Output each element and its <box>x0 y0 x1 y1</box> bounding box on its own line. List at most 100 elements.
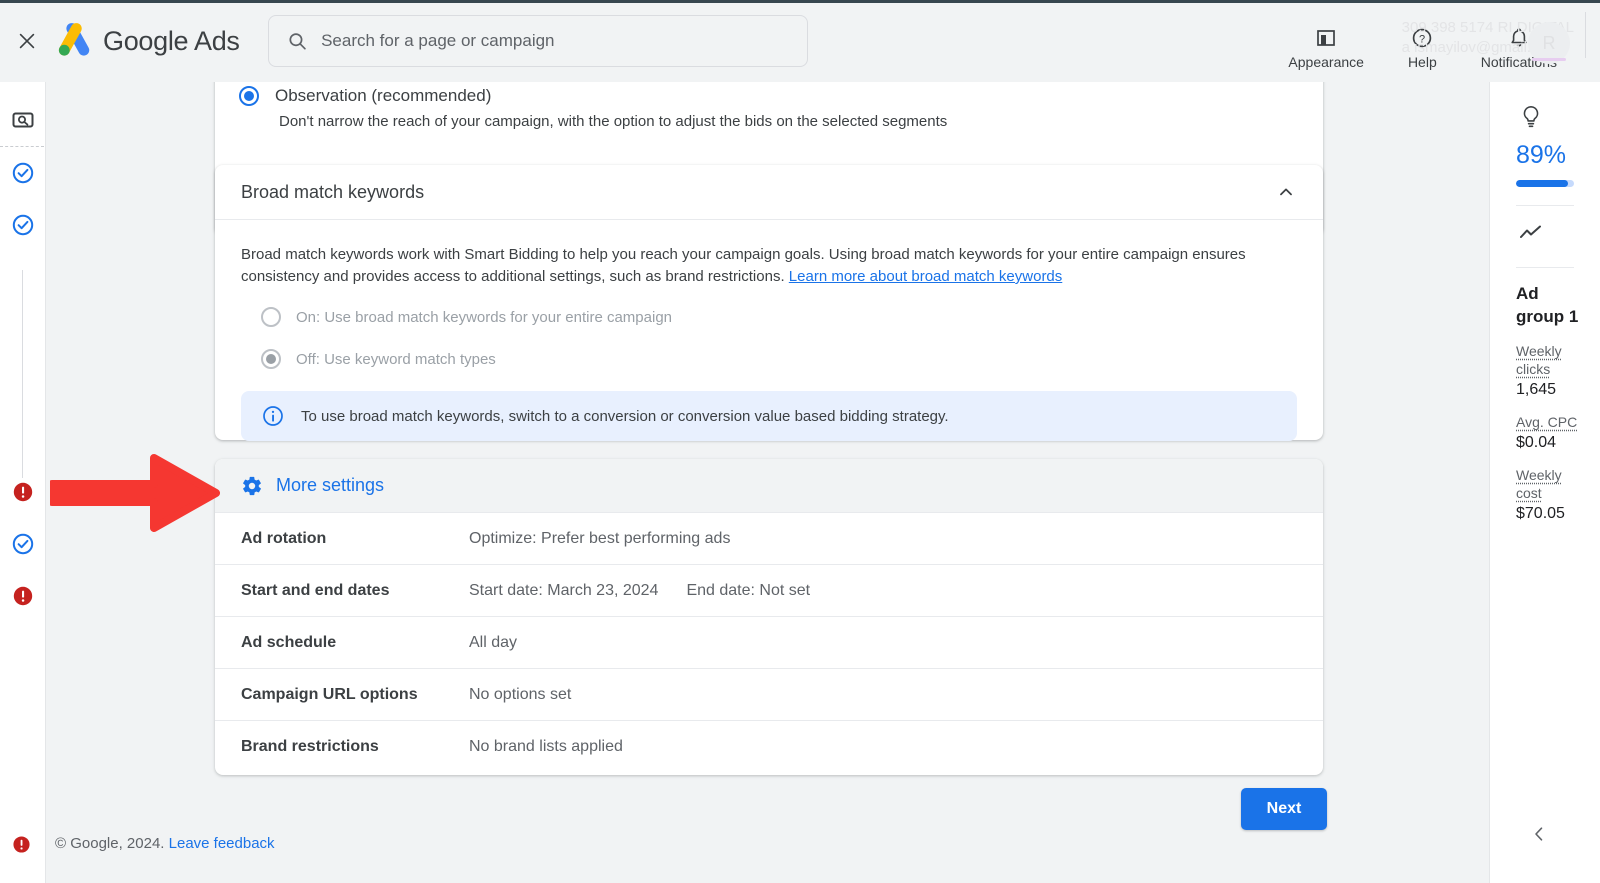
help-label: Help <box>1407 54 1437 70</box>
setting-label: Campaign URL options <box>241 685 418 703</box>
campaign-steps-rail <box>0 82 46 883</box>
check-circle-icon <box>12 214 34 236</box>
brand-google-text: Google <box>103 25 189 56</box>
sidebar-step-error-1[interactable] <box>11 480 35 504</box>
next-button[interactable]: Next <box>1241 788 1327 830</box>
appearance-icon <box>1317 30 1336 46</box>
performance-forecast-section[interactable] <box>1518 222 1586 249</box>
setting-value-group: All day <box>469 634 517 652</box>
broad-match-keywords-card: Broad match keywords Broad match keyword… <box>215 165 1323 441</box>
learn-more-link[interactable]: Learn more about broad match keywords <box>789 268 1062 285</box>
setting-value-group: Start date: March 23, 2024 End date: Not… <box>469 582 810 600</box>
topbar-actions: Appearance ? Help Notifications <box>1266 0 1600 82</box>
metric-label-weekly-clicks[interactable]: Weekly clicks <box>1516 342 1586 378</box>
info-icon <box>263 406 283 426</box>
setting-value-group: No options set <box>469 686 571 704</box>
more-settings-card: More settings Ad rotation Optimize: Pref… <box>215 459 1323 775</box>
observation-option-row[interactable]: Observation (recommended) <box>239 86 491 106</box>
setting-value: All day <box>469 633 518 651</box>
sidebar-step-complete-1[interactable] <box>11 161 35 185</box>
chevron-up-icon[interactable] <box>1275 181 1297 203</box>
setting-value-start-date: Start date: March 23, 2024 <box>469 581 659 599</box>
optimization-score-section[interactable] <box>1518 104 1586 135</box>
setting-row-start-end-dates[interactable]: Start and end dates Start date: March 23… <box>215 565 1323 617</box>
brand-ads-text: Ads <box>193 25 240 56</box>
metric-label-weekly-cost[interactable]: Weekly cost <box>1516 466 1586 502</box>
setting-value: Optimize: Prefer best performing ads <box>469 529 731 547</box>
sidebar-step-error-2[interactable] <box>11 584 35 608</box>
chevron-left-icon <box>1535 827 1543 841</box>
progressbar-fill <box>1516 180 1568 187</box>
broad-match-header[interactable]: Broad match keywords <box>215 165 1323 220</box>
radio-on-label: On: Use broad match keywords for your en… <box>296 308 673 326</box>
copyright-text: © Google, 2024. <box>55 835 165 852</box>
summary-panel-inner: 89% Ad group 1 Weekly clicks 1,645 Avg. … <box>1490 82 1600 523</box>
setting-row-ad-schedule[interactable]: Ad schedule All day <box>215 617 1323 669</box>
setting-row-campaign-url-options[interactable]: Campaign URL options No options set <box>215 669 1323 721</box>
setting-value-group: No brand lists applied <box>469 738 623 756</box>
trending-up-icon <box>1520 225 1541 238</box>
leave-feedback-link[interactable]: Leave feedback <box>169 835 275 852</box>
footer: © Google, 2024. Leave feedback <box>55 835 275 852</box>
error-circle-icon <box>13 482 33 502</box>
help-button[interactable]: ? Help <box>1386 26 1459 70</box>
panel-divider-2 <box>1516 267 1574 268</box>
broad-match-description: Broad match keywords work with Smart Bid… <box>241 244 1297 288</box>
radio-off[interactable] <box>261 349 281 369</box>
collapse-panel-button[interactable] <box>1522 817 1556 851</box>
broad-match-option-off[interactable]: Off: Use keyword match types <box>261 349 1297 369</box>
radio-off-label: Off: Use keyword match types <box>296 350 496 368</box>
svg-text:?: ? <box>1419 33 1425 45</box>
search-input[interactable] <box>321 31 789 51</box>
sidebar-step-complete-3[interactable] <box>11 532 35 556</box>
metric-value-weekly-clicks: 1,645 <box>1516 381 1557 398</box>
info-banner-text: To use broad match keywords, switch to a… <box>301 407 949 425</box>
observation-subtitle: Don't narrow the reach of your campaign,… <box>279 113 948 130</box>
sidebar-step-error-3[interactable] <box>11 834 35 858</box>
notifications-label: Notifications <box>1480 54 1557 70</box>
check-circle-icon <box>12 533 34 555</box>
close-icon <box>19 33 35 49</box>
setting-value-group: Optimize: Prefer best performing ads <box>469 530 730 548</box>
more-settings-label: More settings <box>276 475 385 495</box>
setting-value: No options set <box>469 685 572 703</box>
setting-row-brand-restrictions[interactable]: Brand restrictions No brand lists applie… <box>215 721 1323 773</box>
top-navigation-bar: Google Ads Appearance ? <box>0 0 1600 82</box>
appearance-button[interactable]: Appearance <box>1266 26 1386 70</box>
help-icon: ? <box>1413 28 1432 48</box>
rail-dashed-divider <box>0 146 44 147</box>
radio-on[interactable] <box>261 307 281 327</box>
setting-label: Ad schedule <box>241 633 337 651</box>
search-icon <box>289 33 306 50</box>
brand-name: Google Ads <box>103 26 240 57</box>
observation-radio[interactable] <box>239 86 259 106</box>
keyword-planner-icon[interactable] <box>11 108 35 132</box>
brand-logo-group[interactable]: Google Ads <box>54 23 240 59</box>
check-circle-icon <box>12 162 34 184</box>
metric-value-weekly-cost: $70.05 <box>1516 505 1565 522</box>
setting-value: No brand lists applied <box>469 738 623 755</box>
google-ads-campaign-settings-page: Google Ads Appearance ? <box>0 0 1600 883</box>
setting-row-ad-rotation[interactable]: Ad rotation Optimize: Prefer best perfor… <box>215 513 1323 565</box>
notifications-button[interactable]: Notifications <box>1459 26 1579 70</box>
global-search-box[interactable] <box>267 15 808 67</box>
setting-value-end-date: End date: Not set <box>686 581 811 599</box>
metric-value-avg-cpc: $0.04 <box>1516 434 1557 451</box>
topbar-divider <box>1585 12 1586 58</box>
main-content-area: Observation (recommended) Don't narrow t… <box>46 82 1489 883</box>
panel-divider-1 <box>1516 205 1574 206</box>
ad-group-name: Ad group 1 <box>1516 284 1579 326</box>
rail-connector-line <box>22 270 23 478</box>
sidebar-step-complete-2[interactable] <box>11 213 35 237</box>
broad-match-option-on[interactable]: On: Use broad match keywords for your en… <box>261 307 1297 327</box>
more-settings-header[interactable]: More settings <box>215 459 1323 513</box>
metric-label-avg-cpc[interactable]: Avg. CPC <box>1516 413 1586 431</box>
error-circle-icon <box>13 836 30 853</box>
bell-icon <box>1511 28 1527 47</box>
broad-match-info-banner: To use broad match keywords, switch to a… <box>241 391 1297 441</box>
campaign-summary-panel: 89% Ad group 1 Weekly clicks 1,645 Avg. … <box>1489 82 1600 883</box>
rail-right-border <box>45 82 46 883</box>
google-ads-logo-icon <box>58 23 90 56</box>
broad-match-title: Broad match keywords <box>241 181 425 202</box>
close-button[interactable] <box>12 26 42 56</box>
